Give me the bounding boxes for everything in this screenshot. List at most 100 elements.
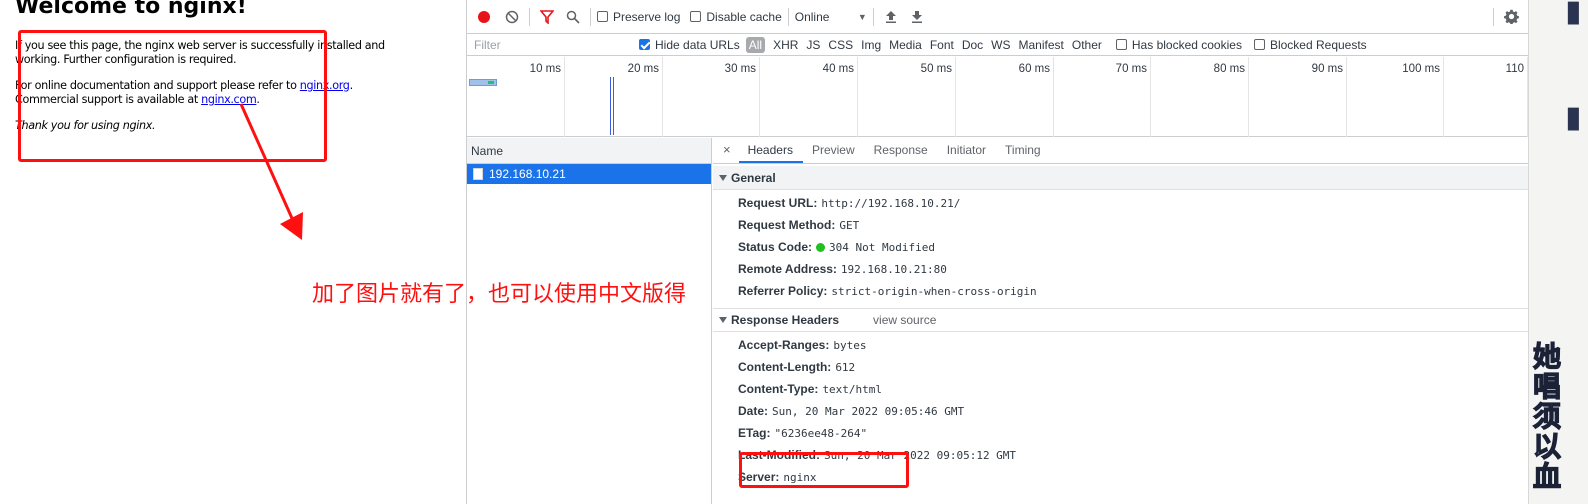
network-toolbar: Preserve log Disable cache Online ▼ — [467, 0, 1528, 34]
toolbar-divider — [787, 7, 789, 26]
timeline-tick-label: 50 ms — [920, 63, 952, 75]
header-value: GET — [839, 219, 860, 232]
timeline-gridline: 40 ms — [823, 57, 858, 137]
type-filter-xhr[interactable]: XHR — [769, 38, 802, 52]
details-tab-bar: × Headers Preview Response Initiator Tim… — [713, 138, 1529, 164]
expand-triangle-icon — [719, 317, 727, 323]
type-filter-js[interactable]: JS — [802, 38, 824, 52]
background-calligraphy-text: 她唱须以血 — [1532, 340, 1561, 493]
timeline-gridline: 20 ms — [628, 57, 663, 137]
type-filter-doc[interactable]: Doc — [958, 38, 987, 52]
timeline-tick-label: 20 ms — [627, 63, 659, 75]
timeline-tick-label: 60 ms — [1018, 63, 1050, 75]
timeline-overview[interactable]: 10 ms 20 ms 30 ms 40 ms 50 ms 60 ms 70 m… — [467, 57, 1528, 137]
header-value: "6236ee48-264" — [774, 427, 868, 440]
timeline-tick-label: 30 ms — [724, 63, 756, 75]
tab-initiator[interactable]: Initiator — [938, 143, 996, 163]
checkbox-box[interactable] — [597, 11, 608, 22]
header-key: Content-Length: — [738, 360, 832, 374]
type-filter-other[interactable]: Other — [1068, 38, 1106, 52]
background-window-edge: ▮ ▮ 她唱须以血 — [1528, 0, 1588, 504]
hide-data-urls-label: Hide data URLs — [655, 37, 740, 52]
throttling-select[interactable]: Online ▼ — [795, 0, 867, 33]
page-title: Welcome to nginx! — [15, 0, 247, 19]
gear-icon[interactable] — [1500, 6, 1522, 28]
type-filter-all[interactable]: All — [745, 36, 766, 53]
header-key: Remote Address: — [738, 262, 837, 276]
tab-response[interactable]: Response — [865, 143, 938, 163]
highlight-box-server-header — [739, 452, 909, 488]
type-filter-ws[interactable]: WS — [987, 38, 1014, 52]
checkbox-box[interactable] — [639, 39, 650, 50]
header-row: Date: Sun, 20 Mar 2022 09:05:46 GMT — [713, 400, 1529, 422]
filter-bar: Hide data URLs All XHR JS CSS Img Media … — [467, 34, 1528, 56]
section-title: General — [731, 170, 776, 185]
toolbar-divider — [1493, 7, 1494, 26]
header-value: http://192.168.10.21/ — [821, 197, 961, 210]
timeline-gridline: 100 ms — [1402, 57, 1444, 137]
toolbar-divider — [529, 7, 530, 26]
timeline-gridline: 80 ms — [1214, 57, 1249, 137]
type-filter-manifest[interactable]: Manifest — [1015, 38, 1068, 52]
checkbox-box[interactable] — [690, 11, 702, 22]
tab-timing[interactable]: Timing — [996, 143, 1051, 163]
domcontentloaded-marker — [610, 77, 611, 135]
type-filter-font[interactable]: Font — [926, 38, 958, 52]
response-headers-section-header[interactable]: Response Headers view source — [713, 308, 1529, 332]
hide-data-urls-checkbox[interactable]: Hide data URLs — [639, 38, 740, 52]
header-key: Status Code: — [738, 240, 813, 254]
type-filter-css[interactable]: CSS — [824, 38, 857, 52]
header-value: 304 Not Modified — [829, 241, 935, 254]
timeline-tick-label: 100 ms — [1402, 63, 1440, 75]
header-value: 612 — [835, 361, 856, 374]
annotation-text: 加了图片就有了，也可以使用中文版得 — [312, 282, 687, 307]
name-column-header[interactable]: Name — [467, 138, 711, 164]
export-har-icon[interactable] — [906, 6, 928, 28]
timeline-gridline: 30 ms — [725, 57, 760, 137]
type-filter-media[interactable]: Media — [885, 38, 926, 52]
tab-headers[interactable]: Headers — [738, 143, 803, 163]
timeline-gridline: 70 ms — [1116, 57, 1151, 137]
header-row: Content-Length: 612 — [713, 356, 1529, 378]
filter-input[interactable] — [469, 35, 629, 54]
decorative-glyph: ▮ — [1565, 0, 1582, 29]
filter-icon[interactable] — [536, 6, 558, 28]
general-section: Request URL: http://192.168.10.21/ Reques… — [713, 190, 1529, 302]
request-timing-bar — [469, 79, 497, 86]
load-event-marker — [613, 77, 614, 135]
header-value: Sun, 20 Mar 2022 09:05:46 GMT — [772, 405, 965, 418]
request-details: × Headers Preview Response Initiator Tim… — [713, 138, 1529, 504]
type-filter-img[interactable]: Img — [857, 38, 885, 52]
tab-preview[interactable]: Preview — [803, 143, 865, 163]
has-blocked-cookies-checkbox[interactable]: Has blocked cookies — [1115, 38, 1242, 52]
blocked-requests-checkbox[interactable]: Blocked Requests — [1253, 38, 1367, 52]
toolbar-divider — [590, 7, 591, 26]
view-source-link[interactable]: view source — [873, 308, 936, 332]
disable-cache-checkbox[interactable]: Disable cache — [690, 0, 782, 33]
header-row: Referrer Policy: strict-origin-when-cross… — [713, 280, 1529, 302]
document-icon — [473, 168, 483, 180]
toolbar-divider — [872, 7, 874, 26]
record-icon[interactable] — [473, 6, 495, 28]
header-value: strict-origin-when-cross-origin — [831, 285, 1037, 298]
header-key: Referrer Policy: — [738, 284, 828, 298]
checkbox-box[interactable] — [1253, 39, 1265, 50]
import-har-icon[interactable] — [880, 6, 902, 28]
devtools-network-panel: Preserve log Disable cache Online ▼ Filt… — [466, 0, 1529, 504]
decorative-glyph: ▮ — [1565, 100, 1582, 135]
preserve-log-checkbox[interactable]: Preserve log — [597, 0, 680, 33]
checkbox-box[interactable] — [1115, 39, 1127, 50]
timeline-tick-label: 80 ms — [1213, 63, 1245, 75]
request-list: Name 192.168.10.21 — [467, 138, 712, 504]
expand-triangle-icon — [719, 174, 727, 181]
general-section-header[interactable]: General — [713, 166, 1529, 190]
header-key: ETag: — [738, 426, 771, 440]
search-icon[interactable] — [562, 6, 584, 28]
close-icon[interactable]: × — [721, 142, 739, 163]
section-title: Response Headers — [731, 313, 840, 327]
header-key: Request Method: — [738, 218, 836, 232]
timeline-gridline: 90 ms — [1312, 57, 1347, 137]
header-key: Accept-Ranges: — [738, 338, 830, 352]
clear-icon[interactable] — [501, 6, 523, 28]
request-row[interactable]: 192.168.10.21 — [467, 164, 711, 184]
